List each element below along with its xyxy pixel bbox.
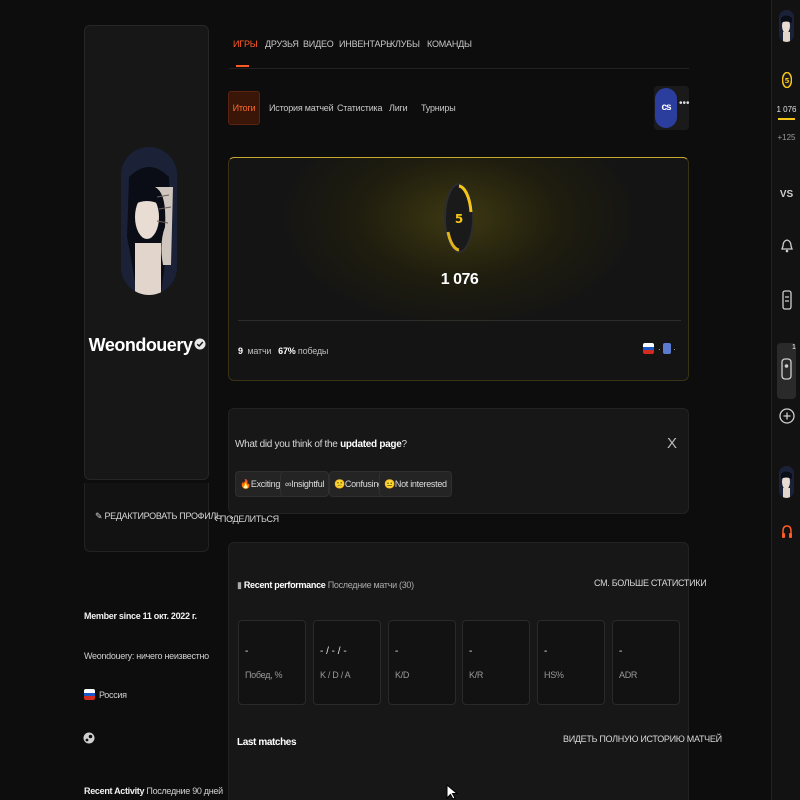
rail-elo-value: 1 076 xyxy=(776,105,797,114)
skill-level-badge-icon: 5 xyxy=(444,183,474,253)
last-matches-title: Last matches xyxy=(237,737,297,748)
rail-elo-bar xyxy=(778,118,795,120)
bell-icon[interactable] xyxy=(772,239,800,255)
stat-tile-kda: - / - / -K / D / A xyxy=(313,620,381,705)
neutral-face-icon: 😐 xyxy=(384,479,395,489)
close-icon[interactable]: X xyxy=(667,435,677,452)
tab-friends[interactable]: ДРУЗЬЯ xyxy=(265,39,299,49)
pencil-icon: ✎ xyxy=(95,511,103,521)
active-tab-indicator xyxy=(236,65,249,67)
tab-teams[interactable]: КОМАНДЫ xyxy=(427,39,472,49)
subtab-summary[interactable]: Итоги xyxy=(228,91,260,125)
stat-tile-kr: - K/R xyxy=(462,620,530,705)
stat-tile-adr: - ADR xyxy=(612,620,680,705)
confused-face-icon: 😕 xyxy=(334,479,345,489)
elo-card: 5 1 076 9 матчи 67% победы · · xyxy=(228,157,689,381)
fire-icon: 🔥 xyxy=(240,479,251,489)
feedback-question: What did you think of the updated page? xyxy=(235,439,407,450)
elo-value: 1 076 xyxy=(440,271,479,288)
stat-tile-kd: - K/D xyxy=(388,620,456,705)
member-since: Member since 11 окт. 2022 г. xyxy=(84,611,197,621)
right-rail: 5 1 076 +125 VS 1 xyxy=(771,0,800,800)
feedback-option-insightful[interactable]: ∞Insightful xyxy=(280,471,330,497)
rail-friend-avatar[interactable] xyxy=(779,466,794,498)
russia-flag-icon xyxy=(84,689,95,700)
cs-logo-icon[interactable]: cs xyxy=(655,88,677,128)
rail-group-count: 1 xyxy=(792,344,796,351)
bar-chart-icon: ▮ xyxy=(237,580,242,590)
performance-card: ▮ Recent performance Последние матчи (30… xyxy=(228,542,722,800)
feedback-card: What did you think of the updated page? … xyxy=(228,408,689,514)
add-icon[interactable] xyxy=(772,408,800,426)
headset-icon[interactable] xyxy=(772,524,800,542)
mouse-cursor-icon xyxy=(446,784,458,800)
more-icon[interactable]: ••• xyxy=(679,98,690,109)
stat-tile-winrate: - Побед, % xyxy=(238,620,306,705)
steam-icon[interactable] xyxy=(83,732,95,746)
profile-country: Россия xyxy=(84,689,127,700)
share-icon: ‹ xyxy=(214,511,218,525)
tab-games[interactable]: ИГРЫ xyxy=(233,39,258,49)
recent-activity: Recent Activity Последние 90 дней xyxy=(84,786,223,796)
region-badge-icon xyxy=(662,343,671,354)
profile-actions: ✎ РЕДАКТИРОВАТЬ ПРОФИЛЬ ⌄ xyxy=(84,483,235,552)
verified-icon xyxy=(194,338,206,350)
subtab-match-history[interactable]: История матчей xyxy=(269,103,334,113)
profile-bio: Weondouery: ничего неизвестно xyxy=(84,651,209,661)
elo-stats: 9 матчи 67% победы xyxy=(238,346,329,356)
rail-group-button[interactable]: 1 xyxy=(777,343,796,399)
profile-card: Weondouery xyxy=(84,25,209,480)
tab-videos[interactable]: ВИДЕО xyxy=(303,39,334,49)
rail-avatar[interactable] xyxy=(779,10,794,42)
group-icon xyxy=(781,358,792,380)
rail-elo-icon[interactable]: 5 xyxy=(772,71,800,90)
chat-icon[interactable] xyxy=(772,289,800,313)
profile-avatar[interactable] xyxy=(121,147,177,295)
subtab-statistics[interactable]: Статистика xyxy=(337,103,382,113)
elo-divider xyxy=(238,320,681,321)
full-match-history-link[interactable]: ВИДЕТЬ ПОЛНУЮ ИСТОРИЮ МАТЧЕЙ xyxy=(563,734,722,744)
game-selector[interactable]: cs ••• xyxy=(654,86,690,130)
feedback-option-not-interested[interactable]: 😐Not interested xyxy=(379,471,452,497)
svg-text:5: 5 xyxy=(784,77,789,85)
skill-level-number: 5 xyxy=(455,212,463,226)
performance-title: ▮ Recent performance Последние матчи (30… xyxy=(237,580,414,590)
username: Weondouery xyxy=(85,335,210,356)
russia-flag-icon xyxy=(643,343,654,354)
subtab-leagues[interactable]: Лиги xyxy=(389,103,408,113)
feedback-option-exciting[interactable]: 🔥Exciting xyxy=(235,471,286,497)
see-more-stats-link[interactable]: СМ. БОЛЬШЕ СТАТИСТИКИ xyxy=(594,578,707,588)
subtab-tournaments[interactable]: Турниры xyxy=(421,103,456,113)
tab-clubs[interactable]: КЛУБЫ xyxy=(390,39,420,49)
tabs-divider xyxy=(229,68,689,69)
rail-vs-button[interactable]: VS xyxy=(772,189,800,200)
tab-inventory[interactable]: ИНВЕНТАРЬ xyxy=(339,39,392,49)
rail-elo-delta: +125 xyxy=(777,133,796,142)
stat-tile-hs: - HS% xyxy=(537,620,605,705)
region-selector[interactable]: · · xyxy=(643,343,676,354)
